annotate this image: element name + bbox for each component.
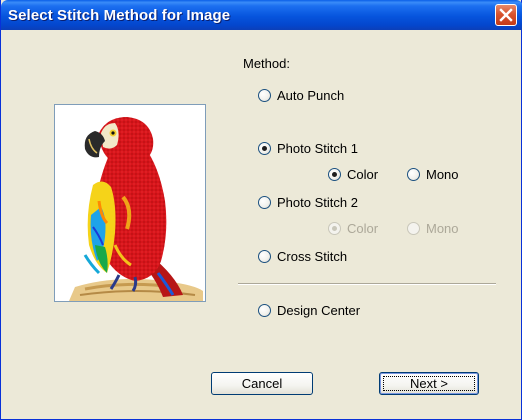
radio-design-center[interactable]: Design Center — [258, 303, 360, 318]
dialog-window: Select Stitch Method for Image Method: A… — [0, 0, 522, 420]
radio-photo-stitch-2[interactable]: Photo Stitch 2 — [258, 195, 358, 210]
image-preview — [54, 104, 206, 302]
radio-label: Auto Punch — [277, 88, 345, 103]
focus-ring — [383, 376, 475, 391]
radio-label: Mono — [426, 221, 459, 236]
radio-label: Color — [347, 221, 379, 236]
radio-button[interactable] — [258, 250, 271, 263]
radio-label: Cross Stitch — [277, 249, 348, 264]
radio-cross-stitch[interactable]: Cross Stitch — [258, 249, 347, 264]
close-icon — [499, 8, 513, 22]
radio-label: Color — [347, 167, 379, 182]
radio-label: Photo Stitch 1 — [277, 141, 358, 156]
radio-button[interactable] — [258, 142, 271, 155]
radio-button[interactable] — [258, 89, 271, 102]
radio-label: Mono — [426, 167, 459, 182]
radio-photo-stitch-2-color: Color — [328, 221, 378, 236]
radio-button[interactable] — [258, 196, 271, 209]
cancel-button[interactable]: Cancel — [211, 372, 313, 395]
radio-label: Photo Stitch 2 — [277, 195, 358, 210]
radio-button — [407, 222, 420, 235]
radio-button[interactable] — [328, 168, 341, 181]
radio-label: Design Center — [277, 303, 361, 318]
radio-photo-stitch-1[interactable]: Photo Stitch 1 — [258, 141, 358, 156]
method-label: Method: — [243, 56, 290, 71]
close-button[interactable] — [495, 4, 517, 26]
next-button[interactable]: Next > — [379, 372, 479, 395]
radio-button — [328, 222, 341, 235]
separator — [238, 283, 496, 285]
radio-auto-punch[interactable]: Auto Punch — [258, 88, 344, 103]
radio-button[interactable] — [407, 168, 420, 181]
radio-photo-stitch-1-color[interactable]: Color — [328, 167, 378, 182]
parrot-image — [69, 117, 203, 301]
title-bar[interactable]: Select Stitch Method for Image — [1, 0, 522, 30]
radio-button[interactable] — [258, 304, 271, 317]
window-title: Select Stitch Method for Image — [8, 7, 231, 24]
radio-photo-stitch-1-mono[interactable]: Mono — [407, 167, 459, 182]
radio-photo-stitch-2-mono: Mono — [407, 221, 459, 236]
cancel-button-label: Cancel — [241, 376, 283, 391]
